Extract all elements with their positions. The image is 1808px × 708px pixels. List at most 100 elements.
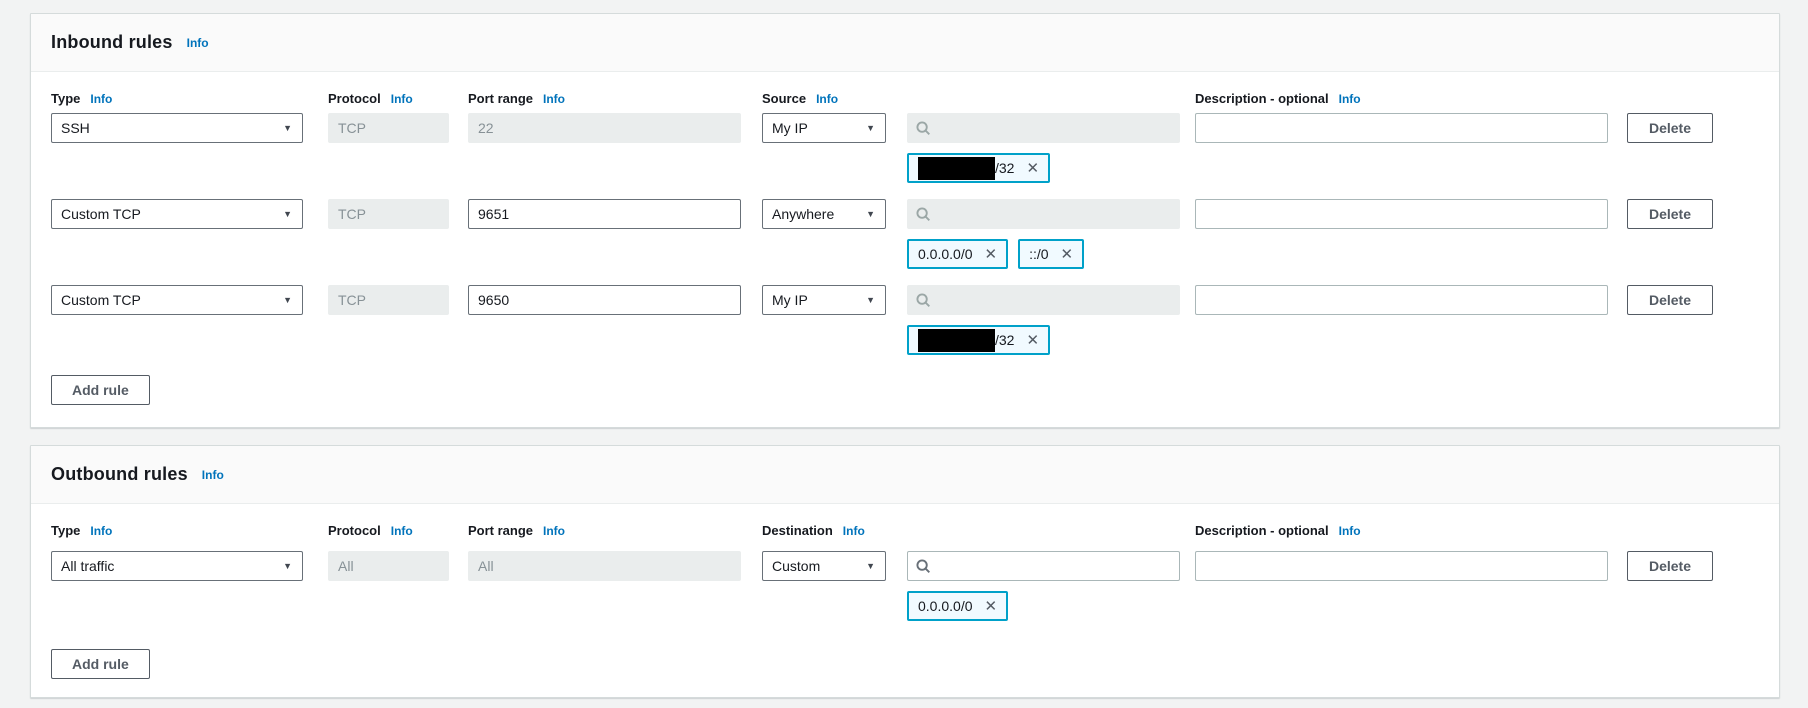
info-link[interactable]: Info [1339, 92, 1361, 106]
info-link[interactable]: Info [187, 36, 209, 50]
protocol-column-header: Protocol Info [328, 523, 449, 538]
protocol-column-label: Protocol [328, 91, 381, 106]
destination-column-label: Destination [762, 523, 833, 538]
add-rule-button[interactable]: Add rule [51, 649, 150, 679]
info-link[interactable]: Info [543, 92, 565, 106]
cidr-token-label: /32 [995, 160, 1014, 176]
cidr-token: 0.0.0.0/0 ✕ [907, 591, 1008, 621]
info-link[interactable]: Info [816, 92, 838, 106]
chevron-down-icon: ▼ [866, 210, 875, 219]
inbound-rule-row: SSH ▼ My IP ▼ Delete [31, 113, 1779, 143]
dismiss-token-icon[interactable]: ✕ [985, 247, 998, 262]
source-select-value: My IP [772, 120, 808, 136]
inbound-rules-title: Inbound rules [51, 32, 173, 53]
source-select-value: My IP [772, 292, 808, 308]
outbound-rules-content: Type Info Protocol Info Port range Info … [31, 504, 1779, 698]
source-token-row: 0.0.0.0/0 ✕ ::/0 ✕ [907, 239, 1084, 269]
destination-column-header: Destination Info [762, 523, 886, 538]
dismiss-token-icon[interactable]: ✕ [1026, 333, 1039, 348]
chevron-down-icon: ▼ [283, 124, 292, 133]
cidr-token: ::/0 ✕ [1018, 239, 1084, 269]
cidr-token: /32 ✕ [907, 325, 1050, 355]
description-input[interactable] [1195, 285, 1608, 315]
info-link[interactable]: Info [843, 524, 865, 538]
source-token-row: /32 ✕ [907, 325, 1050, 355]
dismiss-token-icon[interactable]: ✕ [985, 599, 998, 614]
protocol-column-label: Protocol [328, 523, 381, 538]
outbound-rules-title: Outbound rules [51, 464, 188, 485]
delete-button[interactable]: Delete [1627, 113, 1713, 143]
type-column-label: Type [51, 91, 80, 106]
cidr-token-label: ::/0 [1029, 246, 1048, 262]
outbound-rules-panel: Outbound rules Info Type Info Protocol I… [30, 445, 1780, 698]
protocol-column-header: Protocol Info [328, 91, 449, 106]
info-link[interactable]: Info [391, 92, 413, 106]
type-select[interactable]: Custom TCP ▼ [51, 199, 303, 229]
dismiss-token-icon[interactable]: ✕ [1061, 247, 1074, 262]
chevron-down-icon: ▼ [866, 562, 875, 571]
delete-button[interactable]: Delete [1627, 199, 1713, 229]
redacted-ip [918, 329, 995, 352]
description-column-label: Description - optional [1195, 523, 1329, 538]
type-column-header: Type Info [51, 91, 303, 106]
port-range-input [468, 113, 741, 143]
port-range-input [468, 551, 741, 581]
destination-search-field[interactable] [907, 551, 1180, 581]
info-link[interactable]: Info [202, 468, 224, 482]
destination-select[interactable]: Custom ▼ [762, 551, 886, 581]
description-column-header: Description - optional Info [1195, 91, 1608, 106]
search-icon [916, 207, 931, 222]
type-select[interactable]: SSH ▼ [51, 113, 303, 143]
source-token-row: /32 ✕ [907, 153, 1050, 183]
cidr-token-label: 0.0.0.0/0 [918, 598, 973, 614]
port-range-input[interactable] [468, 199, 741, 229]
delete-button[interactable]: Delete [1627, 551, 1713, 581]
inbound-rules-header: Inbound rules Info [31, 14, 1779, 72]
inbound-rule-row: Custom TCP ▼ My IP ▼ Delete [31, 285, 1779, 315]
info-link[interactable]: Info [90, 524, 112, 538]
delete-button[interactable]: Delete [1627, 285, 1713, 315]
source-select[interactable]: My IP ▼ [762, 285, 886, 315]
info-link[interactable]: Info [1339, 524, 1361, 538]
type-select[interactable]: All traffic ▼ [51, 551, 303, 581]
cidr-token: /32 ✕ [907, 153, 1050, 183]
source-search-input [938, 120, 1171, 136]
port-range-input[interactable] [468, 285, 741, 315]
chevron-down-icon: ▼ [283, 562, 292, 571]
source-select[interactable]: My IP ▼ [762, 113, 886, 143]
source-search-field [907, 113, 1180, 143]
inbound-rules-panel: Inbound rules Info Type Info Protocol In… [30, 13, 1780, 428]
chevron-down-icon: ▼ [866, 296, 875, 305]
info-link[interactable]: Info [391, 524, 413, 538]
source-search-field [907, 285, 1180, 315]
description-input[interactable] [1195, 113, 1608, 143]
source-column-label: Source [762, 91, 806, 106]
description-input[interactable] [1195, 551, 1608, 581]
description-input[interactable] [1195, 199, 1608, 229]
info-link[interactable]: Info [90, 92, 112, 106]
cidr-token-label: /32 [995, 332, 1014, 348]
type-select[interactable]: Custom TCP ▼ [51, 285, 303, 315]
info-link[interactable]: Info [543, 524, 565, 538]
port-range-column-header: Port range Info [468, 523, 741, 538]
source-select[interactable]: Anywhere ▼ [762, 199, 886, 229]
chevron-down-icon: ▼ [866, 124, 875, 133]
search-icon [916, 121, 931, 136]
type-column-label: Type [51, 523, 80, 538]
source-search-input [938, 206, 1171, 222]
destination-search-input[interactable] [938, 558, 1171, 574]
dismiss-token-icon[interactable]: ✕ [1026, 161, 1039, 176]
add-rule-button[interactable]: Add rule [51, 375, 150, 405]
protocol-input [328, 285, 449, 315]
outbound-column-headers: Type Info Protocol Info Port range Info … [31, 523, 1779, 553]
source-select-value: Anywhere [772, 206, 834, 222]
chevron-down-icon: ▼ [283, 210, 292, 219]
source-search-input [938, 292, 1171, 308]
redacted-ip [918, 157, 995, 180]
outbound-rules-header: Outbound rules Info [31, 446, 1779, 504]
inbound-rule-row: Custom TCP ▼ Anywhere ▼ Delete [31, 199, 1779, 229]
search-icon [916, 559, 931, 574]
source-column-header: Source Info [762, 91, 886, 106]
protocol-input [328, 113, 449, 143]
cidr-token-label: 0.0.0.0/0 [918, 246, 973, 262]
